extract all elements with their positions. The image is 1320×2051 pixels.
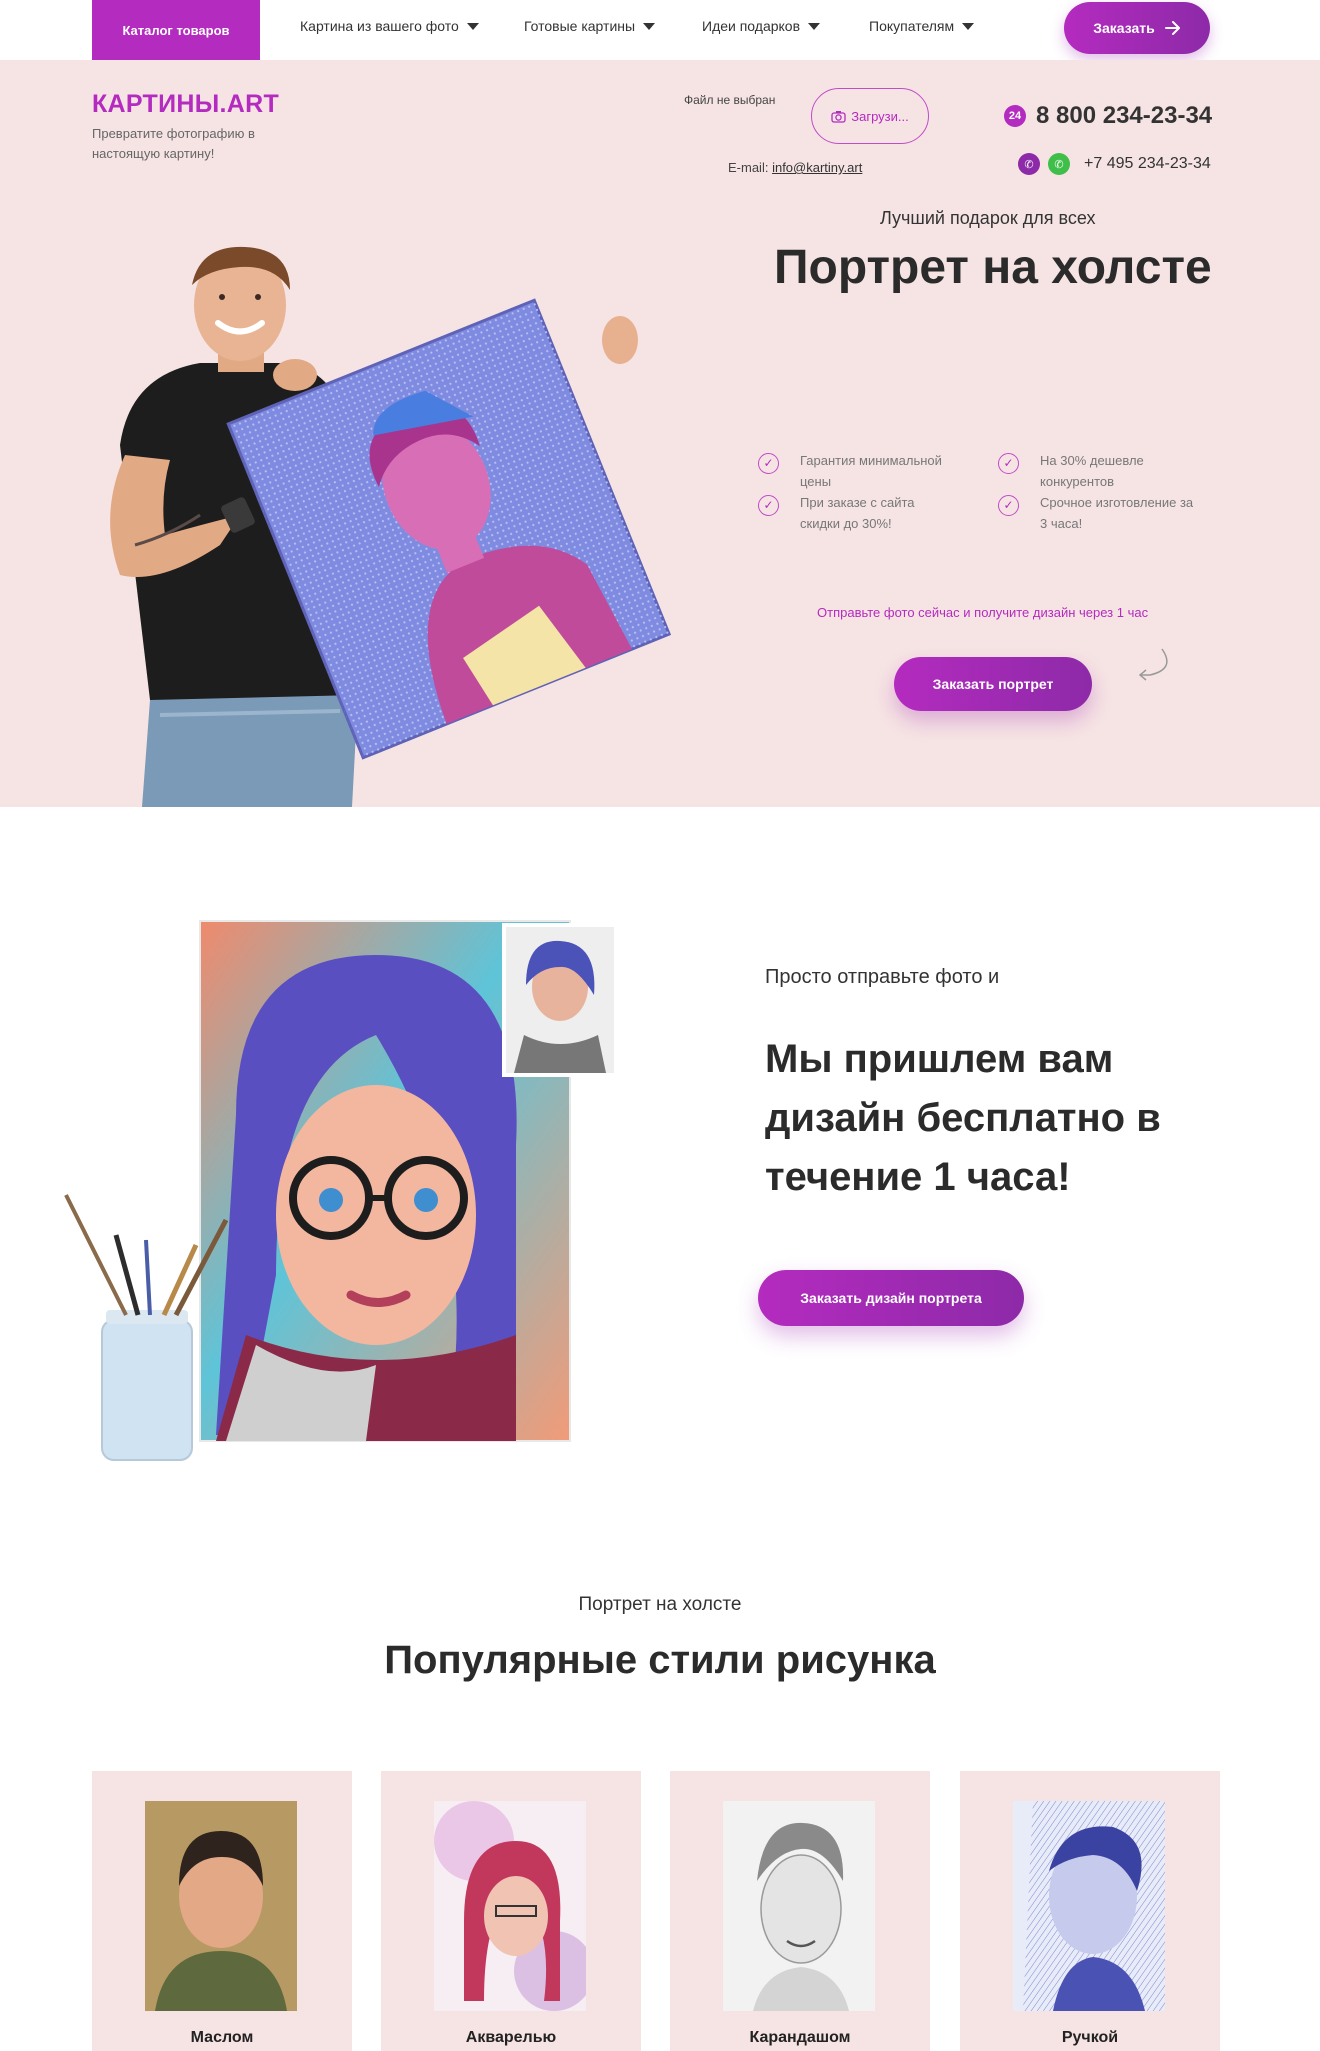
feature-text: На 30% дешевле конкурентов [1040, 453, 1144, 489]
phone-main-number: 8 800 234-23-34 [1036, 102, 1213, 129]
style-card-label: Маслом [190, 2029, 254, 2046]
style-card-label: Карандашом [749, 2029, 851, 2046]
site-logo[interactable]: КАРТИНЫ.ART [92, 90, 279, 119]
whatsapp-icon: ✆ [1048, 153, 1070, 175]
phone-second[interactable]: ✆ ✆ +7 495 234-23-34 [1018, 153, 1211, 175]
nav-item-photo-painting[interactable]: Картина из вашего фото [300, 18, 479, 34]
portrait-artwork-image [64, 920, 618, 1461]
nav-item-label: Картина из вашего фото [300, 18, 459, 34]
email-link[interactable]: info@kartiny.art [772, 160, 862, 175]
feature-item: ✓ Срочное изготовление за 3 часа! [998, 492, 1198, 534]
style-card-oil[interactable]: Маслом [92, 1771, 352, 2051]
style-card-label: Акварелью [465, 2029, 557, 2046]
caret-down-icon [808, 22, 821, 30]
phone-24-badge: 24 [1008, 110, 1022, 122]
feature-item: ✓ Гарантия минимальной цены [758, 450, 958, 492]
oil-portrait-image [145, 1801, 297, 2011]
watercolor-portrait-image [434, 1801, 586, 2011]
phone-second-number: +7 495 234-23-34 [1084, 155, 1211, 172]
check-circle-icon: ✓ [998, 453, 1019, 474]
styles-subtitle: Портрет на холсте [578, 1594, 742, 1615]
hero-subtitle: Лучший подарок для всех [880, 208, 1096, 228]
nav-item-label: Готовые картины [524, 18, 636, 34]
design-title: Мы пришлем вам дизайн бесплатно в течени… [765, 1037, 1161, 1199]
phone-main[interactable]: 24 8 800 234-23-34 [1004, 102, 1212, 130]
feature-text: Гарантия минимальной цены [800, 453, 942, 489]
phone-24-icon: 24 [1004, 105, 1026, 127]
nav-item-gift-ideas[interactable]: Идеи подарков [702, 18, 821, 34]
check-circle-icon: ✓ [758, 495, 779, 516]
hero-section: КАРТИНЫ.ART Превратите фотографию в наст… [0, 60, 1320, 807]
style-card-watercolor[interactable]: Акварелью [381, 1771, 641, 2051]
order-portrait-button[interactable]: Заказать портрет [894, 657, 1092, 711]
curved-arrow-icon [1138, 648, 1168, 681]
feature-text: Срочное изготовление за 3 часа! [1040, 495, 1194, 531]
hero-person-with-canvas-image [110, 246, 672, 807]
catalog-button[interactable]: Каталог товаров [92, 0, 260, 60]
email-contact: E-mail: info@kartiny.art [728, 160, 862, 175]
style-card-pen[interactable]: Ручкой [960, 1771, 1220, 2051]
hero-title: Портрет на холсте [774, 241, 1212, 294]
nav-item-ready-paintings[interactable]: Готовые картины [524, 18, 656, 34]
order-button[interactable]: Заказать [1064, 2, 1210, 54]
styles-title: Популярные стили рисунка [384, 1638, 936, 1682]
pencil-portrait-image [723, 1801, 875, 2011]
upload-photo-button[interactable]: Загрузи... [811, 88, 929, 144]
nav-item-customers[interactable]: Покупателям [869, 18, 975, 34]
feature-text: При заказе с сайта скидки до 30%! [800, 495, 915, 531]
camera-icon [831, 110, 846, 123]
order-design-button[interactable]: Заказать дизайн портрета [758, 1270, 1024, 1326]
caret-down-icon [643, 22, 656, 30]
feature-item: ✓ На 30% дешевле конкурентов [998, 450, 1198, 492]
viber-icon: ✆ [1018, 153, 1040, 175]
arrow-right-icon [1164, 21, 1180, 35]
caret-down-icon [466, 22, 479, 30]
site-tagline: Превратите фотографию в настоящую картин… [92, 126, 255, 161]
feature-item: ✓ При заказе с сайта скидки до 30%! [758, 492, 958, 534]
order-button-label: Заказать [1093, 20, 1155, 36]
nav-item-label: Идеи подарков [702, 18, 801, 34]
check-circle-icon: ✓ [758, 453, 779, 474]
caret-down-icon [962, 22, 975, 30]
style-card-label: Ручкой [1061, 2029, 1119, 2046]
upload-button-label: Загрузи... [851, 108, 909, 124]
hero-hint: Отправьте фото сейчас и получите дизайн … [817, 605, 1149, 620]
design-subtitle: Просто отправьте фото и [765, 966, 1000, 988]
pen-portrait-image [1013, 1801, 1165, 2011]
email-label: E-mail: [728, 160, 769, 175]
top-navigation: Каталог товаров Картина из вашего фото Г… [0, 0, 1320, 60]
file-status: Файл не выбран [684, 93, 776, 107]
check-circle-icon: ✓ [998, 495, 1019, 516]
style-card-pencil[interactable]: Карандашом [670, 1771, 930, 2051]
nav-item-label: Покупателям [869, 18, 955, 34]
